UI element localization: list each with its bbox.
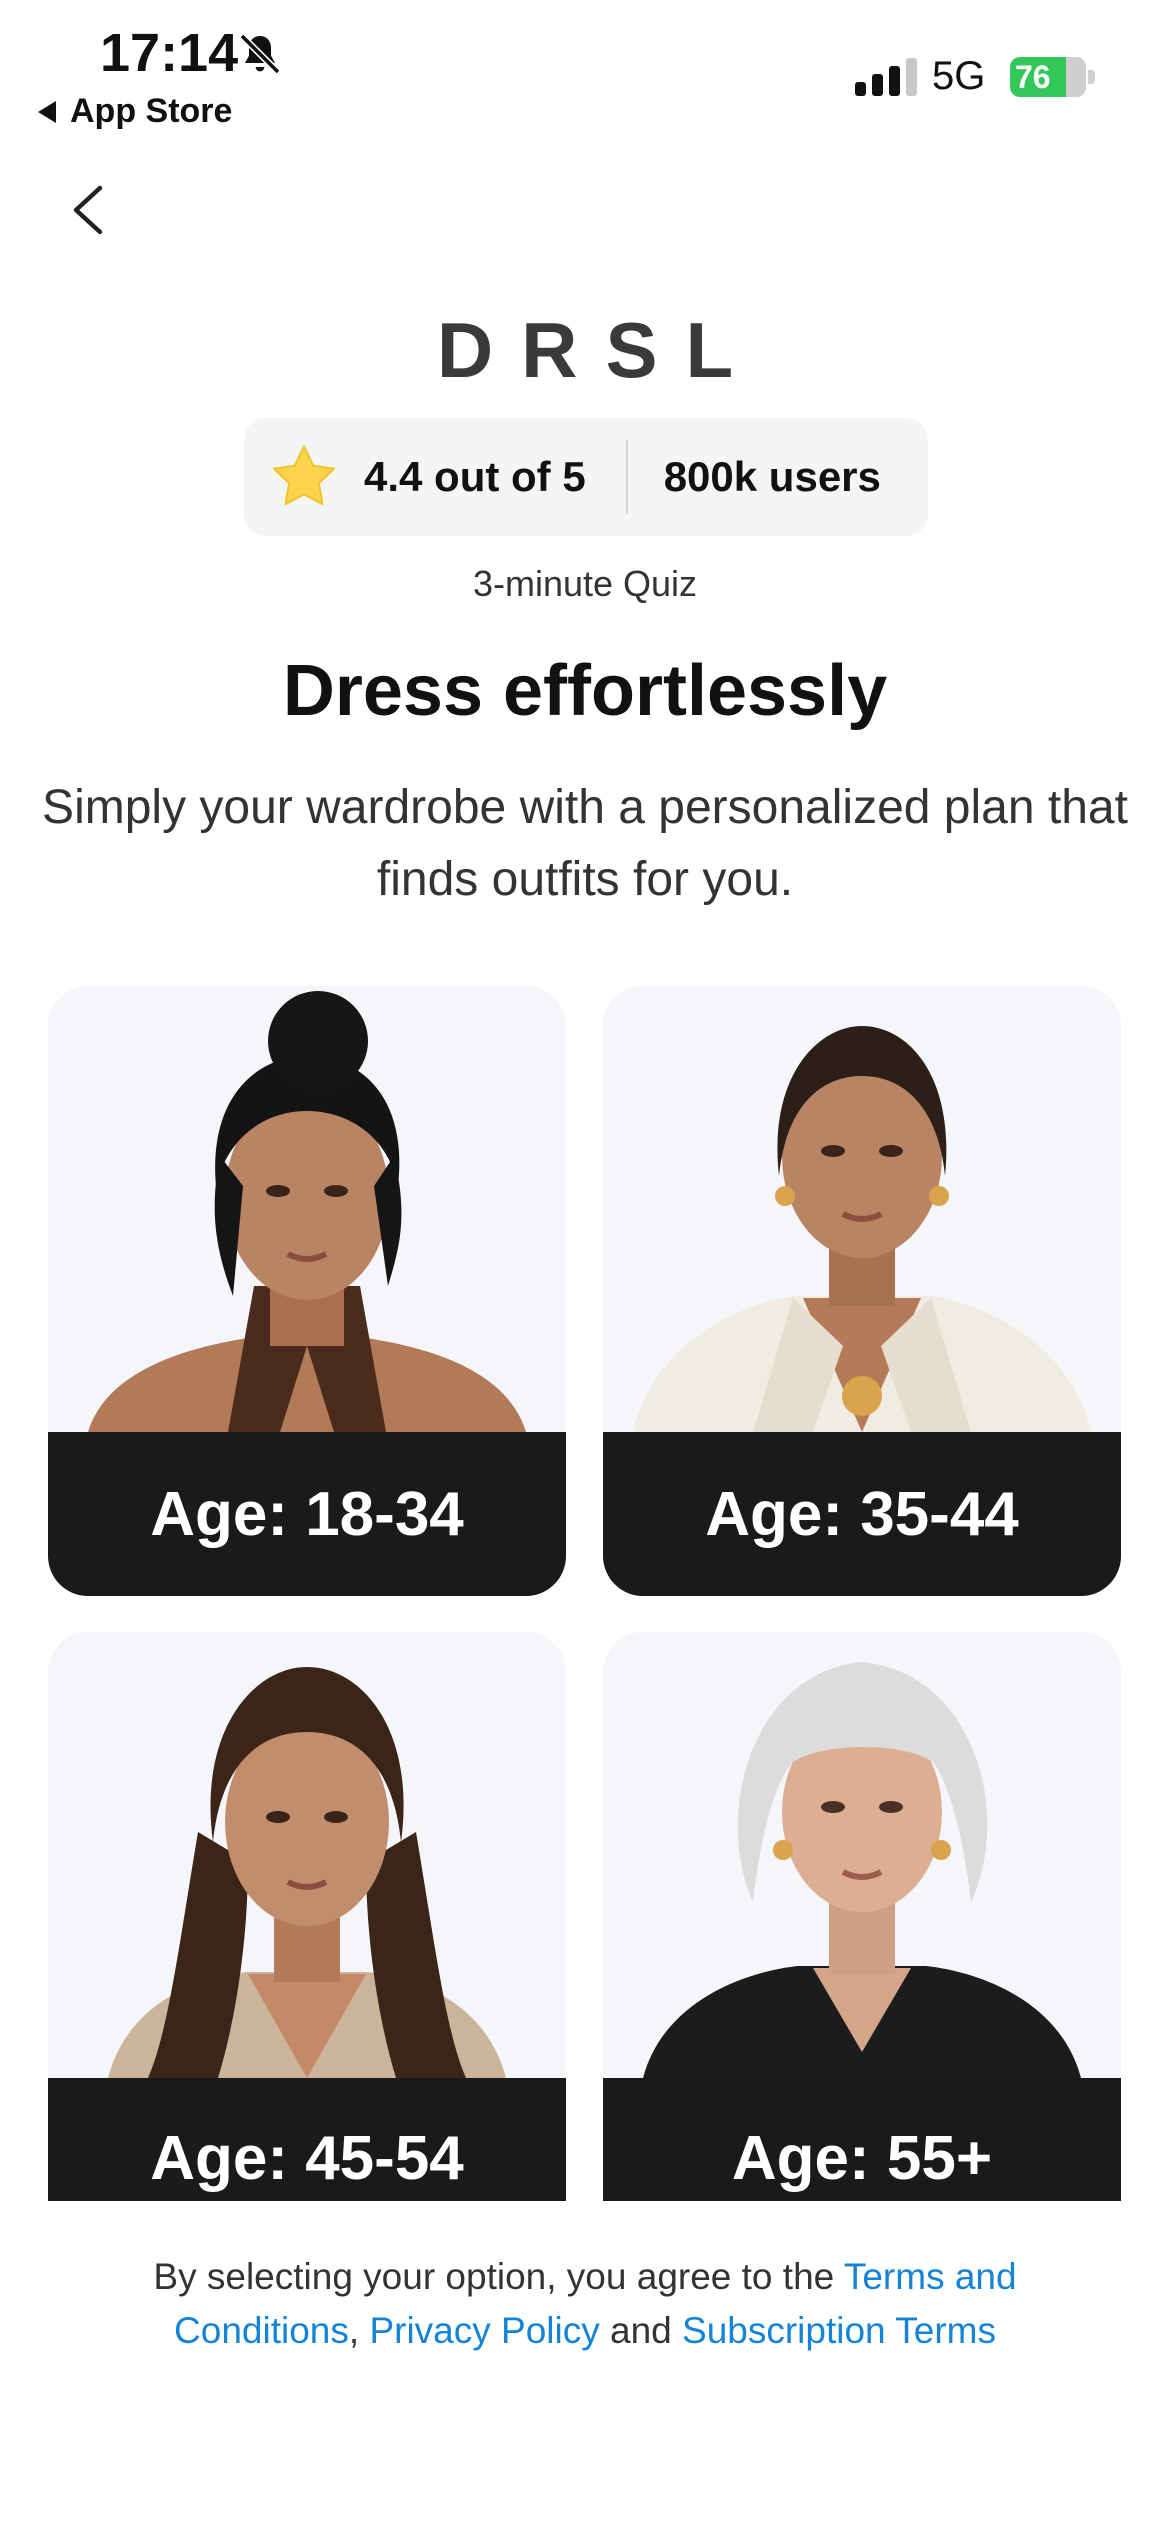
age-option-35-44[interactable]: Age: 35-44 [603, 986, 1121, 1596]
chevron-left-icon [73, 185, 103, 235]
rating-badge: 4.4 out of 5 800k users [244, 418, 928, 536]
page-title: Dress effortlessly [282, 651, 888, 731]
subscription-terms-link[interactable]: Subscription Terms [682, 2310, 996, 2351]
legal-footer: By selecting your option, you agree to t… [80, 2250, 1090, 2358]
back-to-app-store[interactable]: App Store [38, 92, 232, 131]
portrait-image [603, 1632, 1121, 2078]
rating-score: 4.4 out of 5 [364, 453, 586, 500]
star-icon [272, 445, 336, 506]
cellular-signal-icon [855, 58, 917, 96]
network-type: 5G [932, 54, 986, 98]
quiz-duration-label: 3-minute Quiz [472, 563, 698, 604]
age-option-45-54[interactable]: Age: 45-54 [48, 1632, 566, 2201]
battery-icon: 76 [1010, 57, 1096, 97]
portrait-image [603, 986, 1121, 1432]
back-button[interactable] [58, 180, 118, 240]
user-count: 800k users [663, 453, 881, 500]
rating-divider [625, 440, 628, 514]
portrait-image [48, 1632, 566, 2078]
privacy-policy-link[interactable]: Privacy Policy [369, 2310, 599, 2351]
portrait-image [48, 986, 566, 1432]
age-option-18-34[interactable]: Age: 18-34 [48, 986, 566, 1596]
age-option-label: Age: 18-34 [48, 1432, 566, 1596]
status-time: 17:14 [100, 23, 239, 83]
back-app-label: App Store [70, 92, 233, 130]
page-subtitle: Simply your wardrobe with a personalized… [42, 781, 1128, 906]
status-bar: 17:14 App Store 5G 76 [0, 0, 1170, 150]
back-triangle-icon [38, 100, 56, 123]
age-option-label: Age: 55+ [603, 2078, 1121, 2201]
age-option-label: Age: 35-44 [603, 1432, 1121, 1596]
footer-separator: , [348, 2310, 370, 2351]
footer-prefix: By selecting your option, you agree to t… [153, 2256, 844, 2297]
footer-and: and [599, 2310, 683, 2351]
age-option-55-plus[interactable]: Age: 55+ [603, 1632, 1121, 2201]
age-option-label: Age: 45-54 [48, 2078, 566, 2201]
battery-level: 76 [1015, 59, 1051, 95]
brand-logo: DRSL [436, 306, 762, 394]
bell-muted-icon [239, 33, 281, 75]
